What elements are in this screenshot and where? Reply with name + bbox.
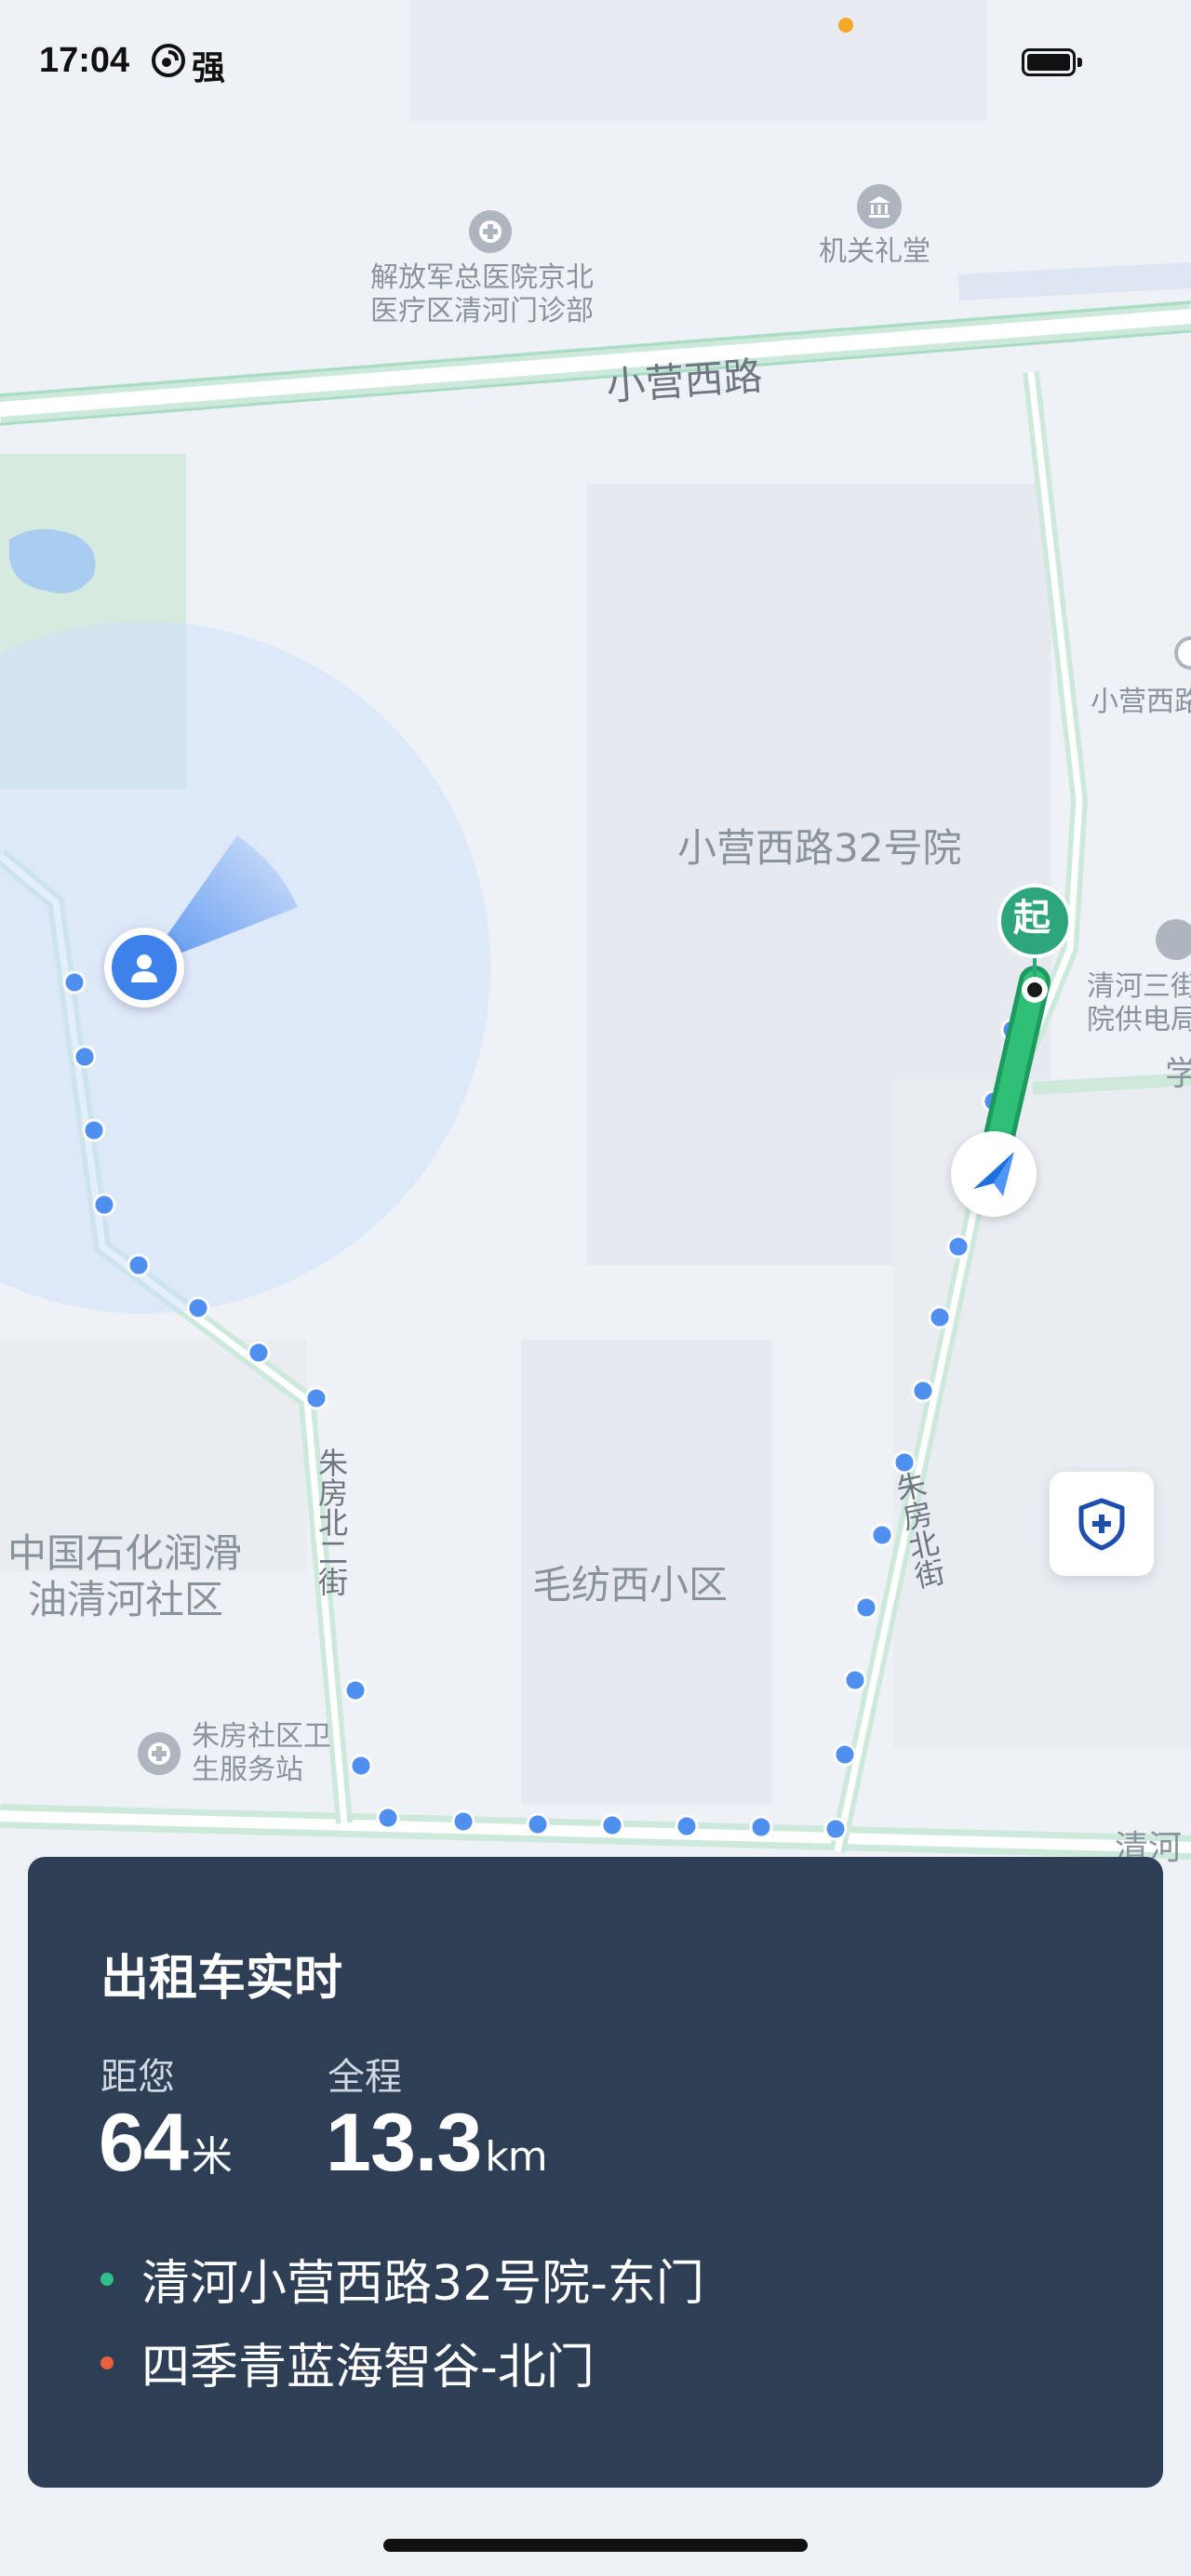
distance-value-block: 64米 xyxy=(99,2095,233,2190)
user-location-icon[interactable] xyxy=(104,928,184,1008)
total-unit: km xyxy=(485,2133,547,2181)
screen: 起 解放军总医院京北 医疗区清河门诊部 机关礼堂 小营西路 小营西路 小营西路3… xyxy=(0,0,1191,2576)
poi-power-supply-line1: 清河三街 xyxy=(1087,970,1191,1003)
start-marker-label: 起 xyxy=(1013,897,1050,940)
taxi-info-card[interactable]: 出租车实时 距您 64米 全程 13.3km 清河小营西路32号院-东门 四季青… xyxy=(28,1857,1163,2488)
poi-maofang: 毛纺西小区 xyxy=(532,1562,729,1608)
government-building-icon xyxy=(857,184,902,229)
dropoff-stop: 四季青蓝海智谷-北门 xyxy=(100,2328,595,2397)
navigation-arrow-icon xyxy=(951,1131,1037,1217)
poi-compound-32: 小营西路32号院 xyxy=(677,825,962,871)
pickup-dot xyxy=(100,2272,114,2286)
dropoff-dot xyxy=(100,2356,114,2369)
total-value-block: 13.3km xyxy=(326,2095,548,2190)
medical-cross-icon xyxy=(138,1732,181,1775)
poi-sinopec-line1: 中国石化润滑 xyxy=(7,1530,243,1576)
pickup-address: 清河小营西路32号院-东门 xyxy=(141,2256,704,2312)
poi-auditorium: 机关礼堂 xyxy=(819,235,930,268)
road-label-zhufang-north-2nd: 朱房北二街 xyxy=(314,1448,349,1596)
dropoff-address: 四季青蓝海智谷-北门 xyxy=(141,2340,595,2396)
battery-icon xyxy=(1022,48,1076,76)
poi-power-supply-line2: 院供电局 xyxy=(1087,1004,1191,1036)
status-time: 17:04 xyxy=(39,41,130,80)
road-label-xue: 学 xyxy=(1165,1055,1191,1093)
pickup-stop: 清河小营西路32号院-东门 xyxy=(100,2244,704,2314)
distance-value: 64 xyxy=(99,2096,189,2188)
power-station-icon xyxy=(1156,919,1191,960)
poi-xiaoying-west-partial: 小营西路 xyxy=(1091,686,1191,718)
hotspot-icon xyxy=(152,44,185,77)
medical-cross-icon xyxy=(469,210,512,253)
safety-button[interactable] xyxy=(1050,1472,1154,1576)
status-bar: 17:04 强 xyxy=(0,0,1191,121)
poi-clinic-line1: 朱房社区卫 xyxy=(192,1720,331,1753)
distance-label: 距您 xyxy=(100,2056,175,2099)
battery-tip xyxy=(1077,58,1082,67)
poi-sinopec-line2: 油清河社区 xyxy=(28,1577,224,1622)
poi-hospital-line2: 医疗区清河门诊部 xyxy=(370,295,594,327)
poi-clinic-line2: 生服务站 xyxy=(192,1754,303,1786)
distance-unit: 米 xyxy=(191,2133,233,2181)
status-carrier: 强 xyxy=(192,49,226,87)
poi-hospital-line1: 解放军总医院京北 xyxy=(370,261,594,294)
total-label: 全程 xyxy=(328,2056,402,2099)
total-value: 13.3 xyxy=(326,2096,482,2188)
privacy-indicator-dot xyxy=(838,18,853,33)
home-indicator[interactable] xyxy=(383,2539,808,2552)
shield-plus-icon xyxy=(1078,1498,1125,1551)
card-title: 出租车实时 xyxy=(100,1951,343,2007)
